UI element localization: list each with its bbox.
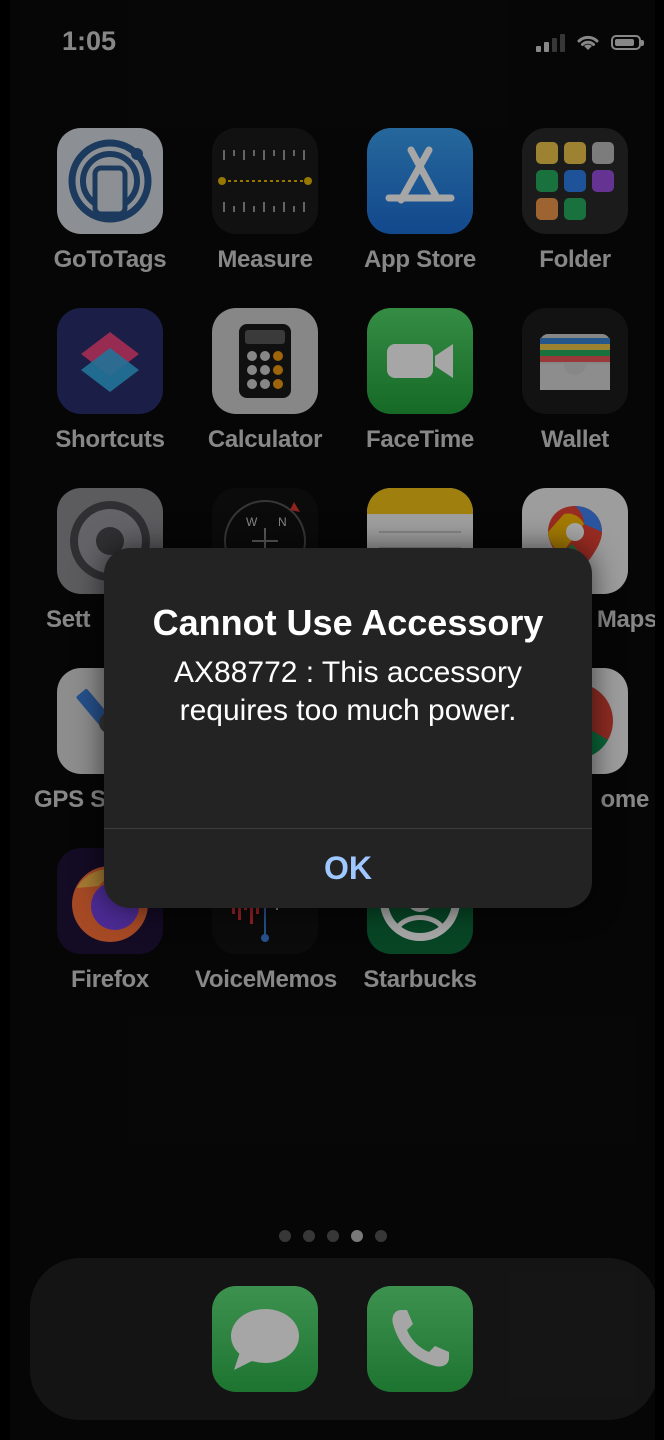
alert-dialog: Cannot Use Accessory AX88772 : This acce… — [104, 548, 592, 908]
home-screen: 1:05 GoToTags Measure App Store Folder S… — [10, 0, 655, 1440]
ok-button[interactable]: OK — [104, 829, 592, 908]
alert-message: AX88772 : This accessory requires too mu… — [174, 656, 522, 727]
alert-title: Cannot Use Accessory — [152, 602, 544, 643]
